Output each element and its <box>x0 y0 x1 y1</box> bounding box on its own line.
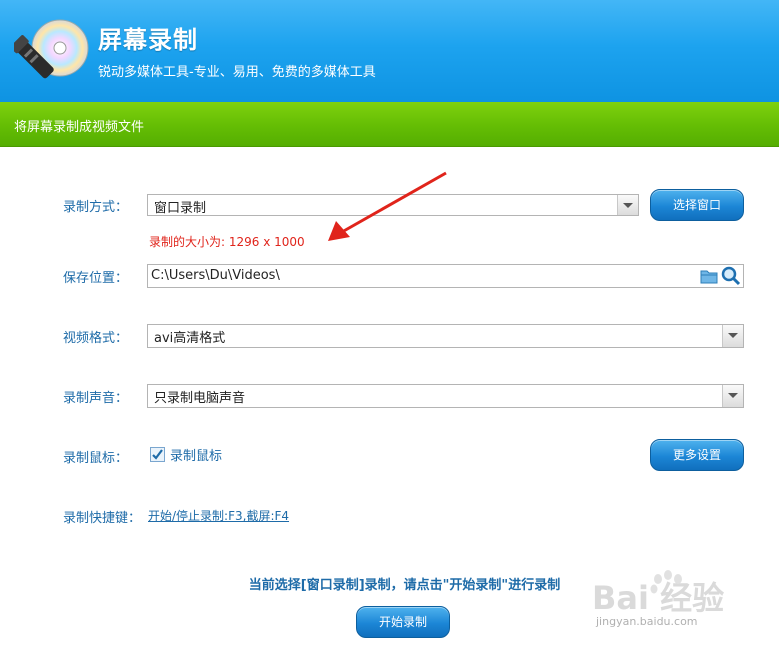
hotkey-link[interactable]: 开始/停止录制:F3,截屏:F4 <box>148 507 289 524</box>
app-title: 屏幕录制 <box>98 26 198 54</box>
save-path-field[interactable]: C:\Users\Du\Videos\ <box>147 264 744 288</box>
save-label: 保存位置： <box>63 271 129 286</box>
more-settings-button[interactable]: 更多设置 <box>650 439 744 471</box>
mouse-checkbox-label[interactable]: 录制鼠标 <box>170 445 222 464</box>
format-label: 视频格式： <box>63 331 129 346</box>
size-info: 录制的大小为: 1296 x 1000 <box>149 235 305 249</box>
dropdown-arrow-icon[interactable] <box>722 325 743 347</box>
mouse-label: 录制鼠标： <box>63 451 129 466</box>
annotation-arrow-icon <box>328 171 447 241</box>
audio-select[interactable]: 只录制电脑声音 <box>147 384 744 408</box>
mouse-checkbox[interactable] <box>150 447 165 462</box>
format-select-value: avi高清格式 <box>154 331 226 346</box>
format-select[interactable]: avi高清格式 <box>147 324 744 348</box>
cd-logo-icon <box>14 19 89 79</box>
section-header: 将屏幕录制成视频文件 <box>0 102 779 147</box>
checkbox-check-icon <box>152 449 163 460</box>
watermark-brand: Bai 经验 <box>592 579 724 617</box>
select-window-button[interactable]: 选择窗口 <box>650 189 744 221</box>
audio-label: 录制声音： <box>63 391 129 406</box>
mode-select-value: 窗口录制 <box>154 201 207 216</box>
section-title: 将屏幕录制成视频文件 <box>14 120 145 135</box>
audio-select-value: 只录制电脑声音 <box>154 391 246 406</box>
watermark-url: jingyan.baidu.com <box>596 615 698 628</box>
save-path-value: C:\Users\Du\Videos\ <box>151 268 280 283</box>
app-subtitle: 锐动多媒体工具-专业、易用、免费的多媒体工具 <box>98 65 376 80</box>
folder-icon[interactable] <box>700 267 718 285</box>
search-icon[interactable] <box>721 266 741 286</box>
dropdown-arrow-icon[interactable] <box>722 385 743 407</box>
hotkey-label: 录制快捷键： <box>63 511 142 526</box>
start-record-button[interactable]: 开始录制 <box>356 606 450 638</box>
app-header: 屏幕录制 锐动多媒体工具-专业、易用、免费的多媒体工具 <box>0 0 779 102</box>
dropdown-arrow-icon[interactable] <box>617 195 638 215</box>
mode-label: 录制方式： <box>63 200 129 215</box>
